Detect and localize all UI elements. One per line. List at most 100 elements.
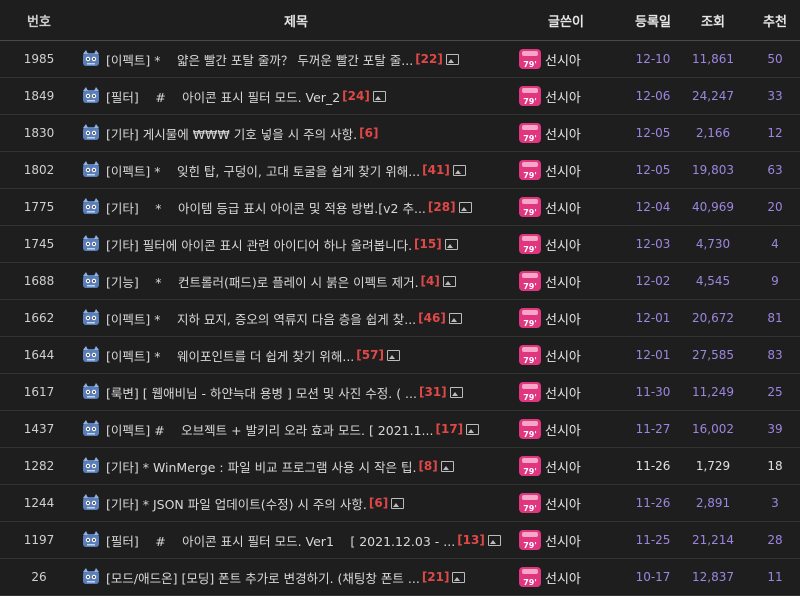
post-title-link[interactable]: [기타] * JSON 파일 업데이트(수정) 시 주의 사항. [106,494,367,513]
writer-name[interactable]: 선시아 [545,346,581,365]
writer-name[interactable]: 선시아 [545,161,581,180]
writer-cell[interactable]: 79' 선시아 [514,521,618,559]
table-row[interactable]: 1197 [필터] # 아이콘 표시 필터 모드. Ver1 [ 2021.12.… [0,521,800,559]
writer-name[interactable]: 선시아 [545,531,581,550]
comment-count[interactable]: [41] [422,163,450,177]
table-row[interactable]: 1775 [기타] * 아이템 등급 표시 아이콘 및 적용 방법.[v2 추..… [0,188,800,226]
post-title-cell[interactable]: [룩변] [ 웹애비님 - 하얀늑대 용병 ] 모션 및 사진 수정. ( ..… [78,373,514,411]
post-title-cell[interactable]: [기타] 게시물에 ₩₩₩ 기호 넣을 시 주의 사항. [6] [78,114,514,152]
comment-count[interactable]: [6] [369,496,388,510]
post-title-cell[interactable]: [이펙트] # 오브젝트 + 발키리 오라 효과 모드. [ 2021.1...… [78,410,514,448]
writer-name[interactable]: 선시아 [545,457,581,476]
post-title-link[interactable]: [이펙트] * 잊힌 탑, 구덩이, 고대 토굴을 쉽게 찾기 위해... [106,161,420,180]
comment-count[interactable]: [31] [419,385,447,399]
writer-cell[interactable]: 79' 선시아 [514,151,618,189]
post-title-cell[interactable]: [필터] # 아이콘 표시 필터 모드. Ver1 [ 2021.12.03 -… [78,521,514,559]
post-title-link[interactable]: [기능] * 컨트롤러(패드)로 플레이 시 붉은 이펙트 제거. [106,272,419,291]
post-title-cell[interactable]: [이펙트] * 지하 묘지, 증오의 역류지 다음 층을 쉽게 찾... [46] [78,299,514,337]
header-no[interactable]: 번호 [0,0,78,41]
post-title-cell[interactable]: [기타] * WinMerge : 파일 비교 프로그램 사용 시 작은 팁.[… [78,447,514,485]
category-icon [81,568,101,586]
image-attachment-icon [452,571,466,583]
header-views[interactable]: 조회 [688,0,738,41]
comment-count[interactable]: [8] [418,459,437,473]
table-row[interactable]: 1282 [기타] * WinMerge : 파일 비교 프로그램 사용 시 작은… [0,447,800,485]
post-title-link[interactable]: [모드/애드온] [모딩] 폰트 추가로 변경하기. (채팅창 폰트 ... [106,568,420,587]
table-header-row: 번호 제목 글쓴이 등록일 조회 추천 [0,0,800,41]
post-title-cell[interactable]: [이펙트] * 잊힌 탑, 구덩이, 고대 토굴을 쉽게 찾기 위해... [41… [78,151,514,189]
table-row[interactable]: 1985 [이펙트] * 얇은 빨간 포탈 줄까？ 두꺼운 빨간 포탈 줄...[… [0,40,800,78]
writer-cell[interactable]: 79' 선시아 [514,336,618,374]
post-title-cell[interactable]: [필터] # 아이콘 표시 필터 모드. Ver_2 [24] [78,77,514,115]
table-row[interactable]: 1617 [룩변] [ 웹애비님 - 하얀늑대 용병 ] 모션 및 사진 수정. … [0,373,800,411]
writer-name[interactable]: 선시아 [545,235,581,254]
table-row[interactable]: 1745 [기타] 필터에 아이콘 표시 관련 아이디어 하나 올려봅니다. [15… [0,225,800,263]
writer-name[interactable]: 선시아 [545,420,581,439]
post-title-link[interactable]: [기타] * WinMerge : 파일 비교 프로그램 사용 시 작은 팁. [106,457,416,476]
table-row[interactable]: 1662 [이펙트] * 지하 묘지, 증오의 역류지 다음 층을 쉽게 찾...… [0,299,800,337]
writer-cell[interactable]: 79' 선시아 [514,188,618,226]
comment-count[interactable]: [6] [359,126,378,140]
table-row[interactable]: 1849 [필터] # 아이콘 표시 필터 모드. Ver_2 [24] 79' 선시아… [0,77,800,115]
post-title-cell[interactable]: [기타] 필터에 아이콘 표시 관련 아이디어 하나 올려봅니다. [15] [78,225,514,263]
comment-count[interactable]: [21] [422,570,450,584]
post-title-cell[interactable]: [기타] * JSON 파일 업데이트(수정) 시 주의 사항. [6] [78,484,514,522]
writer-name[interactable]: 선시아 [545,198,581,217]
writer-name[interactable]: 선시아 [545,272,581,291]
writer-name[interactable]: 선시아 [545,494,581,513]
post-title-link[interactable]: [기타] 필터에 아이콘 표시 관련 아이디어 하나 올려봅니다. [106,235,412,254]
writer-name[interactable]: 선시아 [545,309,581,328]
post-title-link[interactable]: [이펙트] * 지하 묘지, 증오의 역류지 다음 층을 쉽게 찾... [106,309,416,328]
post-recommend: 28 [738,521,800,559]
writer-name[interactable]: 선시아 [545,50,581,69]
table-row[interactable]: 1688 [기능] * 컨트롤러(패드)로 플레이 시 붉은 이펙트 제거. [4]… [0,262,800,300]
post-title-link[interactable]: [이펙트] * 얇은 빨간 포탈 줄까？ 두꺼운 빨간 포탈 줄... [106,50,413,69]
post-title-link[interactable]: [이펙트] # 오브젝트 + 발키리 오라 효과 모드. [ 2021.1... [106,420,433,439]
writer-name[interactable]: 선시아 [545,383,581,402]
post-title-cell[interactable]: [기타] * 아이템 등급 표시 아이콘 및 적용 방법.[v2 추... [28… [78,188,514,226]
post-title-link[interactable]: [기타] 게시물에 ₩₩₩ 기호 넣을 시 주의 사항. [106,124,357,143]
comment-count[interactable]: [28] [428,200,456,214]
comment-count[interactable]: [22] [415,52,443,66]
writer-cell[interactable]: 79' 선시아 [514,77,618,115]
post-title-cell[interactable]: [이펙트] * 얇은 빨간 포탈 줄까？ 두꺼운 빨간 포탈 줄... [22] [78,40,514,78]
writer-name[interactable]: 선시아 [545,87,581,106]
header-date[interactable]: 등록일 [618,0,688,41]
comment-count[interactable]: [17] [435,422,463,436]
post-title-cell[interactable]: [이펙트] * 웨이포인트를 더 쉽게 찾기 위해... [57] [78,336,514,374]
table-row[interactable]: 26 [모드/애드온] [모딩] 폰트 추가로 변경하기. (채팅창 폰트 ...… [0,558,800,596]
writer-cell[interactable]: 79' 선시아 [514,40,618,78]
post-title-link[interactable]: [룩변] [ 웹애비님 - 하얀늑대 용병 ] 모션 및 사진 수정. ( ..… [106,383,417,402]
writer-cell[interactable]: 79' 선시아 [514,410,618,448]
writer-name[interactable]: 선시아 [545,568,581,587]
comment-count[interactable]: [46] [418,311,446,325]
comment-count[interactable]: [15] [414,237,442,251]
writer-cell[interactable]: 79' 선시아 [514,299,618,337]
header-title[interactable]: 제목 [78,0,514,41]
comment-count[interactable]: [13] [457,533,485,547]
writer-cell[interactable]: 79' 선시아 [514,114,618,152]
writer-name[interactable]: 선시아 [545,124,581,143]
post-title-link[interactable]: [필터] # 아이콘 표시 필터 모드. Ver_2 [106,87,340,106]
writer-cell[interactable]: 79' 선시아 [514,484,618,522]
comment-count[interactable]: [4] [421,274,440,288]
comment-count[interactable]: [57] [356,348,384,362]
table-row[interactable]: 1802 [이펙트] * 잊힌 탑, 구덩이, 고대 토굴을 쉽게 찾기 위해..… [0,151,800,189]
header-recommend[interactable]: 추천 [738,0,800,41]
table-row[interactable]: 1830 [기타] 게시물에 ₩₩₩ 기호 넣을 시 주의 사항. [6] 79' 선시… [0,114,800,152]
post-title-cell[interactable]: [기능] * 컨트롤러(패드)로 플레이 시 붉은 이펙트 제거. [4] [78,262,514,300]
table-row[interactable]: 1244 [기타] * JSON 파일 업데이트(수정) 시 주의 사항. [6] 7… [0,484,800,522]
writer-cell[interactable]: 79' 선시아 [514,558,618,596]
post-title-cell[interactable]: [모드/애드온] [모딩] 폰트 추가로 변경하기. (채팅창 폰트 ... [2… [78,558,514,596]
writer-cell[interactable]: 79' 선시아 [514,225,618,263]
writer-cell[interactable]: 79' 선시아 [514,447,618,485]
comment-count[interactable]: [24] [342,89,370,103]
post-title-link[interactable]: [필터] # 아이콘 표시 필터 모드. Ver1 [ 2021.12.03 -… [106,531,455,550]
table-row[interactable]: 1644 [이펙트] * 웨이포인트를 더 쉽게 찾기 위해... [57] 79' 선… [0,336,800,374]
header-writer[interactable]: 글쓴이 [514,0,618,41]
post-title-link[interactable]: [이펙트] * 웨이포인트를 더 쉽게 찾기 위해... [106,346,354,365]
post-title-link[interactable]: [기타] * 아이템 등급 표시 아이콘 및 적용 방법.[v2 추... [106,198,426,217]
writer-cell[interactable]: 79' 선시아 [514,262,618,300]
writer-cell[interactable]: 79' 선시아 [514,373,618,411]
table-row[interactable]: 1437 [이펙트] # 오브젝트 + 발키리 오라 효과 모드. [ 2021.… [0,410,800,448]
